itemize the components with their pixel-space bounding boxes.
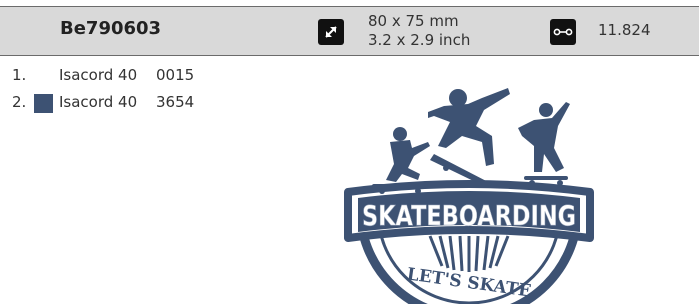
design-title-text: SKATEBOARDING — [362, 199, 576, 232]
thread-color-swatch — [34, 67, 53, 86]
design-dimensions: 80 x 75 mm 3.2 x 2.9 inch — [368, 12, 470, 50]
design-id: Be790603 — [60, 18, 162, 39]
thread-code: 0015 — [156, 66, 195, 84]
skater-right — [518, 102, 570, 186]
thread-number: 1. — [12, 66, 27, 84]
thread-color-swatch — [34, 94, 53, 113]
thread-code: 3654 — [156, 93, 195, 111]
stitch-count: 11.824 — [598, 21, 651, 39]
skater-middle — [428, 88, 510, 188]
size-mm: 80 x 75 mm — [368, 12, 459, 30]
stitch-count-icon — [550, 19, 576, 45]
thread-number: 2. — [12, 93, 27, 111]
embroidery-design-preview: SKATEBOARDING LET'S SKATE — [344, 88, 594, 304]
thread-name: Isacord 40 — [59, 93, 138, 111]
design-header: Be790603 80 x 75 mm 3.2 x 2.9 inch 11.82… — [0, 6, 699, 56]
sunburst-rays — [428, 235, 510, 272]
thread-name: Isacord 40 — [59, 66, 138, 84]
size-inch: 3.2 x 2.9 inch — [368, 31, 471, 49]
resize-arrows-icon — [318, 19, 344, 45]
